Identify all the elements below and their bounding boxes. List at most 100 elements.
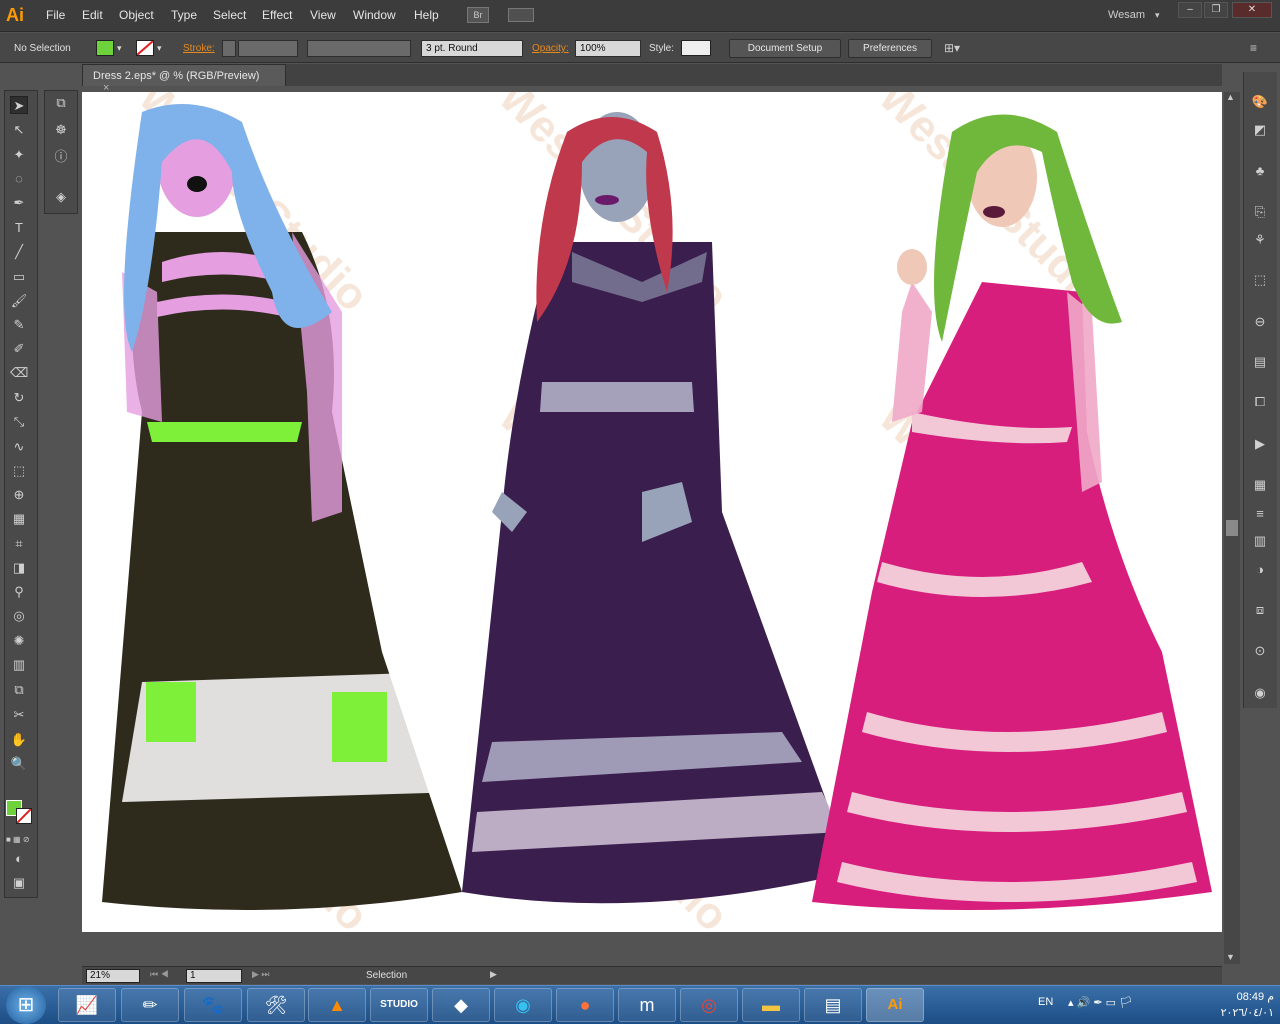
symbol-sprayer-icon[interactable]: ✺ (10, 632, 28, 650)
direct-selection-tool-icon[interactable]: ↖ (10, 121, 28, 139)
navigator-panel-icon[interactable]: ☸ (52, 121, 70, 139)
taskbar-chrome-app[interactable]: ◎ (680, 988, 738, 1022)
chevron-down-icon[interactable]: ▾ (157, 43, 162, 54)
zoom-field[interactable]: 21% (86, 969, 140, 983)
brush-definition[interactable]: 3 pt. Round (421, 40, 523, 57)
arrange-icon[interactable]: ⊞▾ (944, 41, 960, 55)
variable-width-profile[interactable] (307, 40, 411, 57)
clock-date[interactable]: ٢٠٢٦/٠٤/٠١ (1194, 1006, 1274, 1019)
menu-type[interactable]: Type (171, 8, 197, 22)
eyedropper-icon[interactable]: ⚲ (10, 583, 28, 601)
color-panel-icon[interactable]: ◩ (1251, 121, 1269, 139)
document-tab[interactable]: Dress 2.eps* @ % (RGB/Preview) × (82, 64, 286, 94)
vertical-scroll-thumb[interactable] (1226, 520, 1238, 536)
chevron-down-icon[interactable]: ▾ (117, 43, 122, 54)
taskbar-gallery-app[interactable]: 🐾 (184, 988, 242, 1022)
gradient-icon[interactable]: ◨ (10, 559, 28, 577)
shape-builder-icon[interactable]: ⊕ (10, 486, 28, 504)
appearance-icon[interactable]: ⧈ (1251, 601, 1269, 619)
transparency-icon[interactable]: ◑ (1251, 561, 1269, 579)
taskbar-firefox-app[interactable]: ● (556, 988, 614, 1022)
info-panel-icon[interactable]: ⓘ (52, 148, 70, 166)
stroke-swatch[interactable] (136, 40, 154, 56)
taskbar-edge-app[interactable]: ◉ (494, 988, 552, 1022)
stroke-weight-field[interactable] (238, 40, 298, 57)
gradient-panel-icon[interactable]: ▥ (1251, 532, 1269, 550)
chevron-down-icon[interactable]: ▾ (1155, 10, 1160, 21)
pathfinder-icon[interactable]: ⧠ (1251, 393, 1269, 411)
transform-icon[interactable]: ⬚ (1251, 271, 1269, 289)
arrange-documents-button[interactable] (508, 8, 534, 22)
restore-button[interactable]: ❐ (1204, 2, 1228, 18)
layers-panel-icon[interactable]: ◈ (52, 188, 70, 206)
column-graph-icon[interactable]: ▥ (10, 656, 28, 674)
stroke-panel-icon[interactable]: ≡ (1251, 505, 1269, 523)
color-mode-buttons[interactable]: ■ ▦ ⊘ (6, 835, 36, 844)
type-tool-icon[interactable]: T (10, 219, 28, 237)
scroll-up-icon[interactable]: ▲ (1226, 92, 1235, 102)
selection-tool-icon[interactable]: ➤ (10, 96, 28, 114)
graphic-style-picker[interactable] (681, 40, 711, 56)
menu-help[interactable]: Help (414, 8, 439, 22)
menu-view[interactable]: View (310, 8, 336, 22)
magic-wand-icon[interactable]: ✦ (10, 146, 28, 164)
zoom-icon[interactable]: 🔍 (10, 755, 28, 773)
blend-icon[interactable]: ◎ (10, 607, 28, 625)
menu-edit[interactable]: Edit (82, 8, 103, 22)
taskbar-illustrator-app[interactable]: Ai (866, 988, 924, 1022)
bridge-button[interactable]: Br (467, 7, 489, 23)
preferences-button[interactable]: Preferences (848, 39, 932, 58)
workspace-user[interactable]: Wesam (1108, 9, 1145, 21)
taskbar-monitor-app[interactable]: 📈 (58, 988, 116, 1022)
hand-icon[interactable]: ✋ (10, 731, 28, 749)
artboards-panel-icon[interactable]: ⧉ (52, 94, 70, 112)
taskbar-vlc-app[interactable]: ▲ (308, 988, 366, 1022)
panel-menu-icon[interactable]: ≡ (1250, 41, 1257, 55)
stroke-label[interactable]: Stroke: (183, 43, 215, 54)
free-transform-icon[interactable]: ⬚ (10, 462, 28, 480)
eraser-icon[interactable]: ⌫ (10, 364, 28, 382)
lasso-icon[interactable]: ◌ (10, 170, 28, 188)
fill-swatch[interactable] (96, 40, 114, 56)
actions-icon[interactable]: ▶ (1251, 435, 1269, 453)
screen-mode-icon[interactable]: ▣ (10, 874, 28, 892)
clock-time[interactable]: 08:49 م (1204, 990, 1274, 1003)
scroll-down-icon[interactable]: ▼ (1226, 952, 1235, 962)
taskbar-notepad-app[interactable]: ▤ (804, 988, 862, 1022)
warp-icon[interactable]: ∿ (10, 438, 28, 456)
taskbar-maps-app[interactable]: ◆ (432, 988, 490, 1022)
minimize-button[interactable]: – (1178, 2, 1202, 18)
blob-brush-icon[interactable]: ✐ (10, 340, 28, 358)
draw-mode-icon[interactable]: ◐ (10, 850, 28, 868)
start-button[interactable]: ⊞ (6, 986, 46, 1024)
taskbar-studio-app[interactable]: STUDIO (370, 988, 428, 1022)
line-tool-icon[interactable]: ╱ (10, 243, 28, 261)
menu-effect[interactable]: Effect (262, 8, 292, 22)
pen-tool-icon[interactable]: ✒ (10, 194, 28, 212)
artboard[interactable]: Wesam Studio Wesam Studio Wesam Studio W… (82, 92, 1222, 932)
symbols-icon[interactable]: ⚘ (1251, 231, 1269, 249)
pencil-icon[interactable]: ✎ (10, 316, 28, 334)
links-icon[interactable]: ⊖ (1251, 313, 1269, 331)
artboard-number-field[interactable]: 1 (186, 969, 242, 983)
taskbar-maxthon-app[interactable]: m (618, 988, 676, 1022)
swatches-icon[interactable]: ♣ (1251, 162, 1269, 180)
brushes-icon[interactable]: ⎘ (1251, 203, 1269, 221)
paintbrush-icon[interactable]: 🖌 (10, 292, 28, 310)
tray-icons[interactable]: ▴ 🔊 ✒ ▭ 🏳 (1068, 996, 1133, 1009)
close-button[interactable]: ✕ (1232, 2, 1272, 18)
image-trace-icon[interactable]: ⊙ (1251, 642, 1269, 660)
slice-icon[interactable]: ✂ (10, 706, 28, 724)
stroke-color-swatch[interactable] (16, 808, 32, 824)
artboard-icon[interactable]: ⧉ (10, 681, 28, 699)
document-setup-button[interactable]: Document Setup (729, 39, 841, 58)
opacity-field[interactable]: 100% (575, 40, 641, 57)
perspective-grid-icon[interactable]: ▦ (10, 510, 28, 528)
menu-select[interactable]: Select (213, 8, 246, 22)
menu-object[interactable]: Object (119, 8, 154, 22)
opacity-label[interactable]: Opacity: (532, 43, 569, 54)
taskbar-tools-app[interactable]: 🛠 (247, 988, 305, 1022)
scale-icon[interactable]: ⤡ (10, 413, 28, 431)
language-indicator[interactable]: EN (1038, 996, 1053, 1008)
rectangle-tool-icon[interactable]: ▭ (10, 268, 28, 286)
